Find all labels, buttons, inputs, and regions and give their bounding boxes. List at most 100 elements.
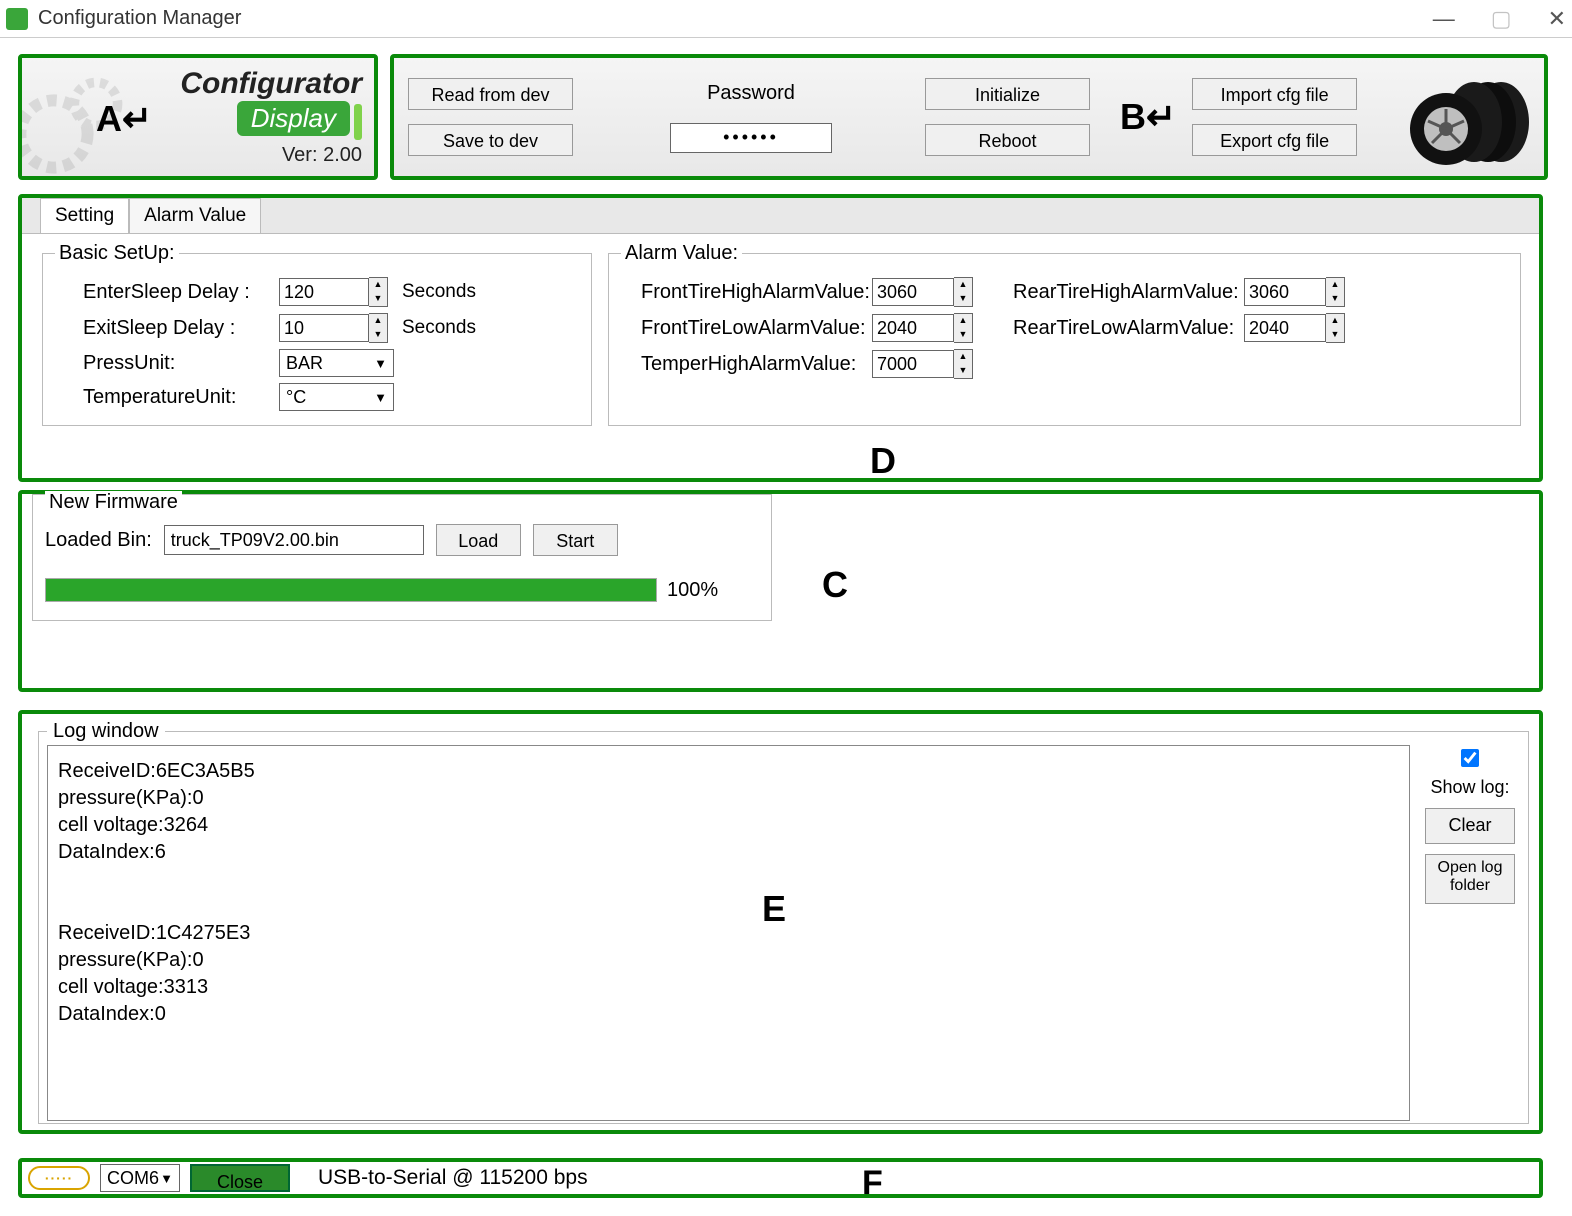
temp-unit-select[interactable]: °C ▼ xyxy=(279,383,394,411)
save-to-dev-button[interactable]: Save to dev xyxy=(408,124,573,156)
rear-high-label: RearTireHighAlarmValue: xyxy=(1013,281,1238,304)
display-handle-icon xyxy=(354,104,362,140)
loaded-bin-input[interactable] xyxy=(164,525,424,555)
progress-bar xyxy=(45,578,657,602)
front-low-input[interactable] xyxy=(872,314,954,342)
settings-panel: Setting Alarm Value Basic SetUp: EnterSl… xyxy=(18,194,1543,482)
progress-percent: 100% xyxy=(667,579,718,602)
status-bar: COM6 ▼ Close USB-to-Serial @ 115200 bps … xyxy=(18,1158,1543,1198)
spinner-down-icon[interactable]: ▼ xyxy=(1326,292,1344,306)
log-textarea[interactable]: ReceiveID:6EC3A5B5 pressure(KPa):0 cell … xyxy=(47,745,1410,1121)
close-port-button[interactable]: Close xyxy=(190,1164,290,1192)
show-log-checkbox[interactable] xyxy=(1461,749,1479,767)
title-bar: Configuration Manager — ▢ ✕ xyxy=(0,0,1572,38)
enter-sleep-input[interactable] xyxy=(279,278,369,306)
load-button[interactable]: Load xyxy=(436,524,521,556)
maximize-icon[interactable]: ▢ xyxy=(1491,6,1512,32)
configurator-title: Configurator xyxy=(180,67,362,101)
header-branding: A↵ Configurator Display Ver: 2.00 xyxy=(18,54,378,180)
tab-setting[interactable]: Setting xyxy=(40,198,129,233)
press-unit-value: BAR xyxy=(286,353,323,374)
temp-unit-value: °C xyxy=(286,387,306,408)
display-badge: Display xyxy=(237,101,350,136)
reboot-button[interactable]: Reboot xyxy=(925,124,1090,156)
toolbar: Read from dev Save to dev Password Initi… xyxy=(390,54,1548,180)
temp-high-label: TemperHighAlarmValue: xyxy=(641,353,866,376)
open-log-folder-button[interactable]: Open log folder xyxy=(1425,854,1515,904)
seconds-unit: Seconds xyxy=(402,317,476,339)
progress-fill xyxy=(46,579,656,601)
clear-log-button[interactable]: Clear xyxy=(1425,808,1515,844)
serial-port-icon xyxy=(28,1166,90,1190)
firmware-legend: New Firmware xyxy=(45,491,182,514)
annotation-b: B↵ xyxy=(1120,96,1176,138)
front-low-stepper[interactable]: ▲▼ xyxy=(872,313,973,343)
annotation-c: C xyxy=(822,564,848,606)
firmware-panel: New Firmware Loaded Bin: Load Start 100%… xyxy=(18,490,1543,692)
log-legend: Log window xyxy=(47,720,165,743)
seconds-unit: Seconds xyxy=(402,281,476,303)
spinner-down-icon[interactable]: ▼ xyxy=(1326,328,1344,342)
front-high-stepper[interactable]: ▲▼ xyxy=(872,277,973,307)
alarm-value-group: Alarm Value: FrontTireHighAlarmValue: ▲▼… xyxy=(608,242,1521,426)
tab-alarm-value[interactable]: Alarm Value xyxy=(129,198,261,233)
log-panel: Log window ReceiveID:6EC3A5B5 pressure(K… xyxy=(18,710,1543,1134)
spinner-up-icon[interactable]: ▲ xyxy=(954,314,972,328)
start-button[interactable]: Start xyxy=(533,524,618,556)
rear-high-stepper[interactable]: ▲▼ xyxy=(1244,277,1345,307)
connection-status: USB-to-Serial @ 115200 bps xyxy=(318,1166,588,1190)
exit-sleep-stepper[interactable]: ▲▼ xyxy=(279,313,388,343)
basic-setup-group: Basic SetUp: EnterSleep Delay : ▲▼ Secon… xyxy=(42,242,592,426)
minimize-icon[interactable]: — xyxy=(1433,6,1455,32)
spinner-up-icon[interactable]: ▲ xyxy=(1326,314,1344,328)
exit-sleep-input[interactable] xyxy=(279,314,369,342)
spinner-up-icon[interactable]: ▲ xyxy=(1326,278,1344,292)
tabs: Setting Alarm Value xyxy=(22,198,1539,234)
rear-low-label: RearTireLowAlarmValue: xyxy=(1013,317,1238,340)
front-high-label: FrontTireHighAlarmValue: xyxy=(641,281,866,304)
password-input[interactable] xyxy=(670,123,832,153)
tires-icon xyxy=(1406,67,1536,167)
temp-high-stepper[interactable]: ▲▼ xyxy=(872,349,973,379)
front-high-input[interactable] xyxy=(872,278,954,306)
annotation-f: F xyxy=(862,1164,883,1203)
import-cfg-button[interactable]: Import cfg file xyxy=(1192,78,1357,110)
basic-setup-legend: Basic SetUp: xyxy=(55,242,179,265)
password-label: Password xyxy=(621,82,881,105)
version-label: Ver: 2.00 xyxy=(180,144,362,167)
enter-sleep-stepper[interactable]: ▲▼ xyxy=(279,277,388,307)
annotation-e: E xyxy=(762,888,786,930)
chevron-down-icon: ▼ xyxy=(160,1171,173,1186)
temp-high-input[interactable] xyxy=(872,350,954,378)
temp-unit-label: TemperatureUnit: xyxy=(83,386,273,409)
spinner-down-icon[interactable]: ▼ xyxy=(954,292,972,306)
spinner-down-icon[interactable]: ▼ xyxy=(954,364,972,378)
alarm-value-legend: Alarm Value: xyxy=(621,242,742,265)
spinner-down-icon[interactable]: ▼ xyxy=(954,328,972,342)
app-icon xyxy=(6,8,28,30)
exit-sleep-label: ExitSleep Delay : xyxy=(83,317,273,340)
spinner-up-icon[interactable]: ▲ xyxy=(954,278,972,292)
rear-high-input[interactable] xyxy=(1244,278,1326,306)
annotation-a: A↵ xyxy=(96,98,152,140)
spinner-down-icon[interactable]: ▼ xyxy=(369,292,387,306)
rear-low-stepper[interactable]: ▲▼ xyxy=(1244,313,1345,343)
loaded-bin-label: Loaded Bin: xyxy=(45,529,152,552)
com-port-select[interactable]: COM6 ▼ xyxy=(100,1164,180,1192)
spinner-up-icon[interactable]: ▲ xyxy=(369,314,387,328)
spinner-up-icon[interactable]: ▲ xyxy=(954,350,972,364)
spinner-up-icon[interactable]: ▲ xyxy=(369,278,387,292)
rear-low-input[interactable] xyxy=(1244,314,1326,342)
read-from-dev-button[interactable]: Read from dev xyxy=(408,78,573,110)
press-unit-select[interactable]: BAR ▼ xyxy=(279,349,394,377)
window-controls: — ▢ ✕ xyxy=(1433,6,1566,32)
show-log-label: Show log: xyxy=(1430,777,1509,798)
annotation-d: D xyxy=(870,440,896,482)
com-port-value: COM6 xyxy=(107,1168,159,1189)
press-unit-label: PressUnit: xyxy=(83,352,273,375)
spinner-down-icon[interactable]: ▼ xyxy=(369,328,387,342)
close-icon[interactable]: ✕ xyxy=(1548,6,1566,32)
initialize-button[interactable]: Initialize xyxy=(925,78,1090,110)
export-cfg-button[interactable]: Export cfg file xyxy=(1192,124,1357,156)
chevron-down-icon: ▼ xyxy=(374,390,387,405)
